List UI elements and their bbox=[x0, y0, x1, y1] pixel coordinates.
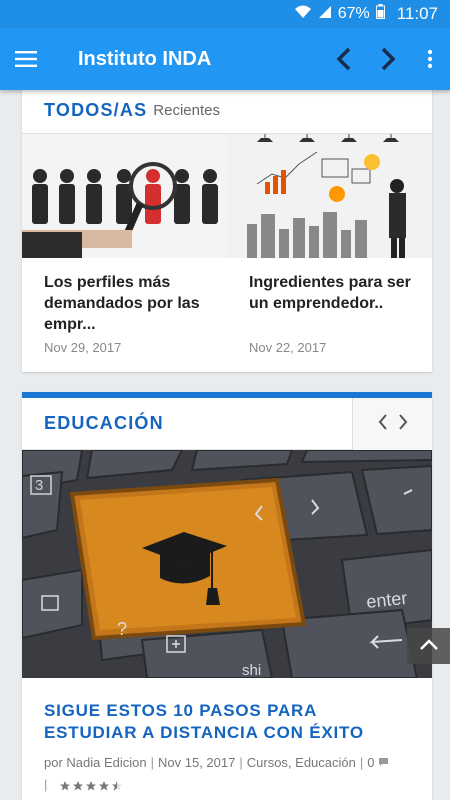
rating-stars bbox=[59, 780, 123, 792]
wifi-icon bbox=[294, 5, 312, 24]
featured-image-keyboard[interactable]: 3 enter ? shi bbox=[22, 450, 432, 678]
battery-icon bbox=[375, 4, 385, 24]
more-vert-icon[interactable] bbox=[410, 28, 450, 90]
section-subtitle: Recientes bbox=[153, 102, 220, 119]
star-icon bbox=[99, 780, 110, 791]
star-icon bbox=[112, 780, 123, 791]
app-bar: Instituto INDA bbox=[0, 28, 450, 90]
post-card-0[interactable]: Los perfiles más demandados por las empr… bbox=[22, 134, 227, 355]
article-date: Nov 15, 2017 bbox=[158, 755, 236, 770]
post-card-1[interactable]: Ingredientes para ser un emprendedor.. N… bbox=[227, 134, 432, 355]
section-title: TODOS/AS bbox=[44, 100, 148, 120]
chevron-left-icon[interactable] bbox=[378, 413, 388, 435]
chevron-right-icon[interactable] bbox=[398, 413, 408, 435]
article-author[interactable]: por Nadia Edicion bbox=[44, 755, 147, 770]
back-to-top-button[interactable] bbox=[407, 628, 450, 664]
forward-arrow-icon[interactable] bbox=[366, 28, 410, 90]
section-title: EDUCACIÓN bbox=[44, 413, 164, 433]
post-thumbnail-recruit[interactable] bbox=[22, 134, 227, 258]
chevron-up-icon bbox=[419, 637, 438, 655]
article-title[interactable]: SIGUE ESTOS 10 PASOS PARA ESTUDIAR A DIS… bbox=[22, 678, 432, 744]
key-label-shift: shi bbox=[242, 662, 261, 678]
battery-percent: 67% bbox=[337, 5, 370, 22]
education-header: EDUCACIÓN bbox=[22, 398, 432, 450]
back-arrow-icon[interactable] bbox=[322, 28, 366, 90]
recent-posts-card: TODOS/AS Recientes Los perfiles más dema… bbox=[22, 88, 432, 372]
star-icon bbox=[60, 780, 71, 791]
star-icon bbox=[86, 780, 97, 791]
education-card: EDUCACIÓN 3 enter ? shi SIGUE ESTOS 10 P… bbox=[22, 392, 432, 800]
carousel-controls bbox=[352, 398, 432, 450]
signal-icon bbox=[318, 5, 332, 24]
menu-icon[interactable] bbox=[0, 28, 52, 90]
article-meta: por Nadia Edicion | Nov 15, 2017 | Cursos, E… bbox=[22, 744, 432, 796]
comment-icon bbox=[378, 755, 389, 770]
app-title: Instituto INDA bbox=[78, 47, 212, 70]
post-date: Nov 29, 2017 bbox=[44, 340, 122, 355]
clock: 11:07 bbox=[396, 4, 438, 23]
article-categories[interactable]: Cursos, Educación bbox=[247, 755, 356, 770]
key-label-enter: enter bbox=[365, 588, 408, 612]
post-title[interactable]: Ingredientes para ser un emprendedor.. bbox=[227, 258, 432, 338]
recent-header: TODOS/AS Recientes bbox=[22, 88, 432, 134]
key-label-three: 3 bbox=[35, 477, 43, 494]
comment-count[interactable]: 0 bbox=[367, 755, 374, 770]
key-label-question: ? bbox=[117, 619, 127, 639]
post-title[interactable]: Los perfiles más demandados por las empr… bbox=[22, 258, 227, 338]
star-icon bbox=[73, 780, 84, 791]
post-thumbnail-entrepreneur[interactable] bbox=[227, 134, 432, 258]
status-bar: 67% 11:07 bbox=[0, 0, 450, 28]
post-date: Nov 22, 2017 bbox=[249, 340, 327, 355]
